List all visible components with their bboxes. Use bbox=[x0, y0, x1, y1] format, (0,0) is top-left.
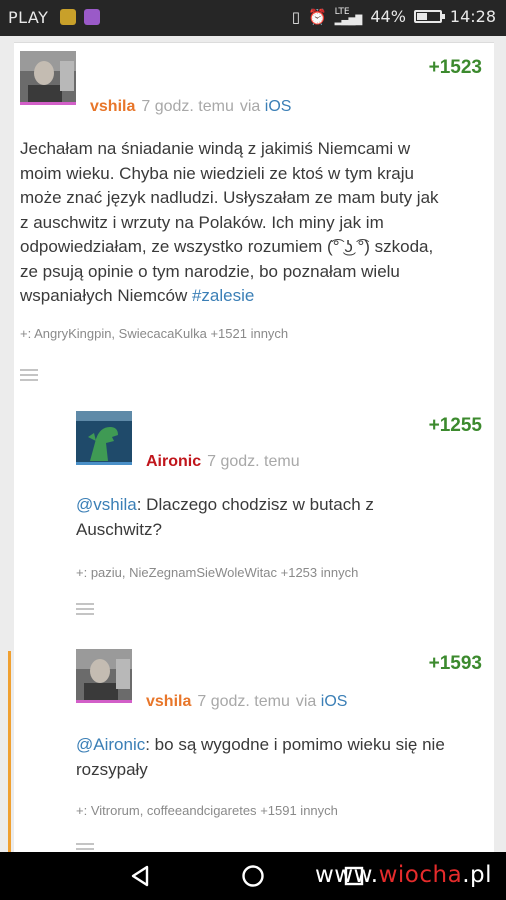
via-platform-link[interactable]: iOS bbox=[321, 693, 348, 710]
body-line: może znać język nadludzi. Usłyszałam ze … bbox=[20, 188, 439, 207]
avatar-photo bbox=[76, 649, 132, 703]
via-prefix: via bbox=[295, 693, 317, 710]
voters-more[interactable]: +1253 innych bbox=[281, 565, 359, 580]
carrier-name: PLAY bbox=[8, 8, 49, 27]
vote-count[interactable]: +1593 bbox=[429, 653, 482, 675]
content-area[interactable]: +1523 vshila 7 godz. temu via iOS Jechałam… bbox=[0, 36, 506, 852]
notification-app-icon bbox=[60, 9, 76, 25]
body-line: z auschwitz i wrzuty na Polaków. Ich min… bbox=[20, 212, 384, 232]
voters-names[interactable]: paziu, NieZegnamSieWoleWitac bbox=[91, 565, 277, 580]
vote-count[interactable]: +1523 bbox=[429, 57, 482, 79]
network-type: LTE bbox=[334, 6, 350, 17]
voters-prefix: +: bbox=[20, 326, 35, 341]
entry-meta: vshila 7 godz. temu via iOS bbox=[90, 98, 291, 116]
body-line: moim wieku. Chyba nie wiedzieli ze ktoś … bbox=[20, 163, 414, 183]
author-link[interactable]: vshila bbox=[146, 693, 191, 710]
body-line: Auschwitz? bbox=[76, 519, 162, 539]
body-line: @Aironic: bo są wygodne i pomimo wieku s… bbox=[76, 733, 488, 758]
voters-more[interactable]: +1521 innych bbox=[210, 326, 288, 341]
reply-highlight-bar bbox=[8, 651, 11, 852]
author-link[interactable]: vshila bbox=[90, 98, 135, 115]
body-line: odpowiedziałam, ze wszystko rozumiem (͡°… bbox=[20, 237, 434, 256]
mention-link[interactable]: @vshila bbox=[76, 495, 137, 514]
gender-underline bbox=[20, 102, 76, 105]
status-icons: ▯ ⏰ LTE ▂▄▆█ 44% 14:28 bbox=[292, 7, 496, 26]
navigation-bar: www.wiocha.pl bbox=[0, 852, 506, 900]
author-link[interactable]: Aironic bbox=[146, 453, 201, 470]
comment: +1255 Aironic 7 godz. temu @vshila: Dlacz… bbox=[14, 403, 494, 643]
menu-icon[interactable] bbox=[76, 603, 94, 617]
body-text: wspaniałych Niemców bbox=[20, 286, 192, 305]
avatar[interactable] bbox=[76, 649, 132, 703]
battery-percent: 44% bbox=[370, 7, 406, 26]
watermark-site: wiocha bbox=[378, 862, 463, 888]
voters-names[interactable]: AngryKingpin, SwiecacaKulka bbox=[34, 326, 207, 341]
entry-card: +1523 vshila 7 godz. temu via iOS Jechałam… bbox=[8, 42, 494, 852]
comment-body: @Aironic: bo są wygodne i pomimo wieku s… bbox=[76, 733, 488, 782]
avatar-dinosaur bbox=[76, 411, 132, 465]
alarm-icon: ⏰ bbox=[307, 7, 327, 26]
back-icon[interactable] bbox=[128, 864, 152, 888]
clock: 14:28 bbox=[449, 7, 496, 26]
body-line: @vshila: Dlaczego chodzisz w butach z bbox=[76, 493, 488, 518]
status-bar: PLAY ▯ ⏰ LTE ▂▄▆█ 44% 14:28 bbox=[0, 0, 506, 36]
mention-link[interactable]: @Aironic bbox=[76, 735, 145, 754]
body-line: rozsypały bbox=[76, 759, 148, 779]
body-text: : Dlaczego chodzisz w butach z bbox=[136, 495, 374, 514]
voters-list: +: paziu, NieZegnamSieWoleWitac +1253 in… bbox=[76, 565, 358, 580]
battery-icon bbox=[413, 10, 445, 23]
comment-body: @vshila: Dlaczego chodzisz w butach z Au… bbox=[76, 493, 488, 542]
avatar[interactable] bbox=[20, 51, 76, 105]
via-label: via iOS bbox=[296, 693, 348, 710]
entry-body: Jechałam na śniadanie windą z jakimiś Ni… bbox=[20, 137, 490, 309]
body-line: ze psują opinie o tym narodzie, bo pozna… bbox=[20, 261, 400, 281]
entry-time[interactable]: 7 godz. temu bbox=[207, 453, 300, 470]
voters-list: +: Vitrorum, coffeeandcigaretes +1591 in… bbox=[76, 803, 338, 818]
entry-meta: vshila 7 godz. temu via iOS bbox=[146, 693, 347, 711]
via-platform-link[interactable]: iOS bbox=[265, 98, 292, 115]
voters-prefix: +: bbox=[76, 565, 91, 580]
entry-time[interactable]: 7 godz. temu bbox=[141, 98, 234, 115]
entry-meta: Aironic 7 godz. temu bbox=[146, 453, 300, 471]
voters-more[interactable]: +1591 innych bbox=[260, 803, 338, 818]
vote-count[interactable]: +1255 bbox=[429, 415, 482, 437]
via-label: via iOS bbox=[240, 98, 292, 115]
comment: +1593 vshila 7 godz. temu via iOS @Aironic… bbox=[14, 641, 494, 852]
via-prefix: via bbox=[239, 98, 261, 115]
voters-list: +: AngryKingpin, SwiecacaKulka +1521 inn… bbox=[20, 326, 288, 341]
voters-prefix: +: bbox=[76, 803, 91, 818]
entry-time[interactable]: 7 godz. temu bbox=[197, 693, 290, 710]
watermark-tld: .pl bbox=[462, 862, 492, 888]
avatar-photo bbox=[20, 51, 76, 105]
vibrate-icon: ▯ bbox=[291, 7, 300, 26]
menu-icon[interactable] bbox=[76, 843, 94, 852]
hashtag-link[interactable]: #zalesie bbox=[192, 286, 254, 305]
gender-underline bbox=[76, 700, 132, 703]
gender-underline bbox=[76, 462, 132, 465]
notification-photo-icon bbox=[84, 9, 100, 25]
body-line: Jechałam na śniadanie windą z jakimiś Ni… bbox=[20, 139, 411, 158]
home-icon[interactable] bbox=[241, 864, 265, 888]
signal-icon: LTE ▂▄▆█ bbox=[334, 6, 363, 26]
avatar[interactable] bbox=[76, 411, 132, 465]
menu-icon[interactable] bbox=[20, 369, 38, 383]
watermark-prefix: www. bbox=[314, 862, 379, 888]
watermark: www.wiocha.pl bbox=[315, 862, 492, 888]
body-text: : bo są wygodne i pomimo wieku się nie bbox=[145, 735, 445, 754]
body-line: wspaniałych Niemców #zalesie bbox=[20, 284, 490, 309]
entry-main: +1523 vshila 7 godz. temu via iOS Jechałam… bbox=[14, 43, 494, 383]
voters-names[interactable]: Vitrorum, coffeeandcigaretes bbox=[91, 803, 257, 818]
